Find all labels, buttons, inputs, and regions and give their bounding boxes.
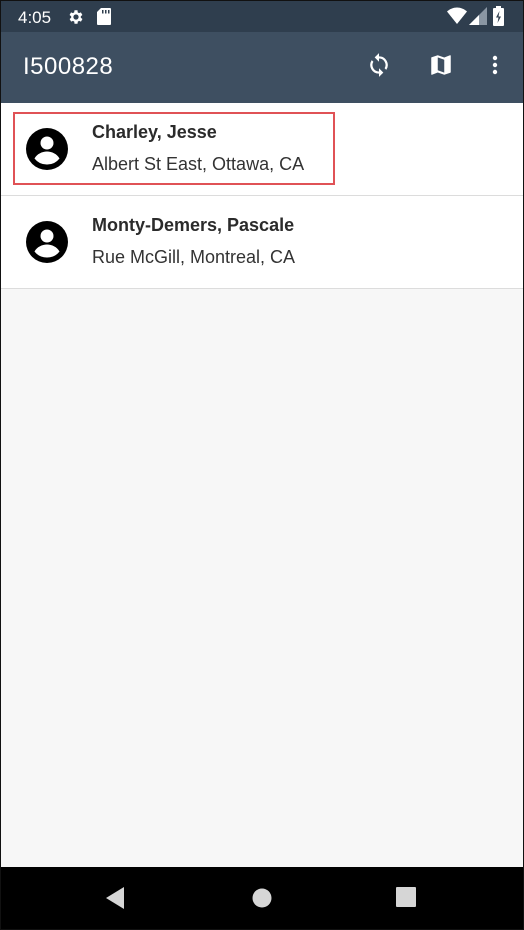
recents-icon[interactable] bbox=[395, 886, 421, 912]
sync-button[interactable] bbox=[357, 45, 401, 89]
phone-screen: 4:05 I500828 Charley, Jesse Albert St Ea… bbox=[0, 0, 524, 930]
contact-address: Albert St East, Ottawa, CA bbox=[92, 154, 305, 174]
app-bar: I500828 bbox=[1, 32, 523, 103]
home-icon[interactable] bbox=[250, 886, 276, 912]
account-circle-icon bbox=[25, 127, 69, 171]
battery-icon bbox=[493, 6, 504, 31]
contact-list: Charley, Jesse Albert St East, Ottawa, C… bbox=[1, 103, 523, 289]
wifi-icon bbox=[447, 7, 467, 30]
contact-name: Charley, Jesse bbox=[92, 122, 217, 142]
contact-address: Rue McGill, Montreal, CA bbox=[92, 247, 296, 267]
contact-name: Monty-Demers, Pascale bbox=[92, 215, 295, 235]
navigation-bar bbox=[1, 867, 523, 929]
list-item[interactable]: Monty-Demers, Pascale Rue McGill, Montre… bbox=[1, 196, 523, 289]
back-icon[interactable] bbox=[104, 886, 130, 912]
more-options-button[interactable] bbox=[473, 45, 517, 89]
signal-icon bbox=[469, 7, 487, 30]
list-item[interactable]: Charley, Jesse Albert St East, Ottawa, C… bbox=[1, 103, 523, 196]
map-icon bbox=[428, 52, 454, 83]
sync-icon bbox=[366, 52, 392, 83]
gear-icon bbox=[67, 8, 85, 31]
status-time: 4:05 bbox=[18, 8, 52, 27]
sd-card-icon bbox=[97, 8, 111, 30]
more-vert-icon bbox=[483, 53, 507, 82]
account-circle-icon bbox=[25, 220, 69, 264]
status-bar: 4:05 bbox=[1, 1, 523, 32]
map-button[interactable] bbox=[419, 45, 463, 89]
page-title: I500828 bbox=[23, 53, 114, 80]
